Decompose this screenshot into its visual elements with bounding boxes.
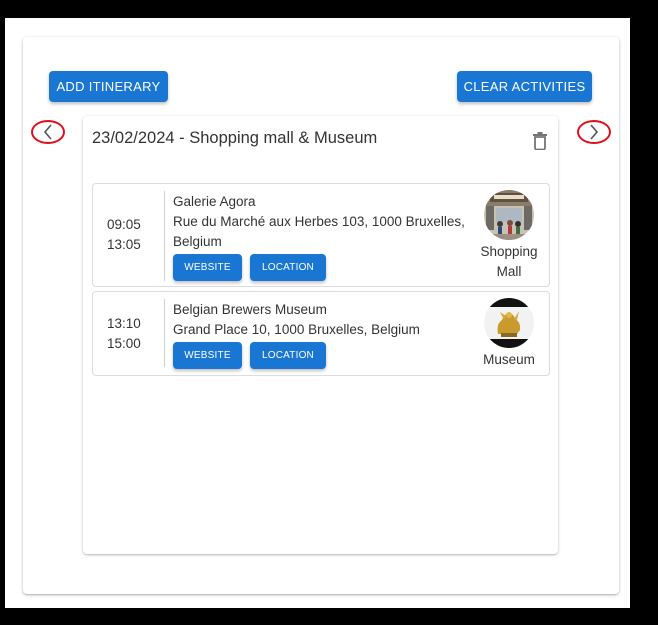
shopping-mall-thumbnail [484,190,534,240]
start-time: 09:05 [107,217,141,232]
chevron-right-icon [590,124,599,140]
trash-icon[interactable] [532,132,548,150]
activity-name: Galerie Agora [173,194,256,209]
activity-item: 13:10 15:00 Belgian Brewers Museum Grand… [92,291,550,376]
activity-info: Galerie Agora Rue du Marché aux Herbes 1… [173,192,473,281]
activity-info: Belgian Brewers Museum Grand Place 10, 1… [173,300,473,369]
activity-address: Grand Place 10, 1000 Bruxelles, Belgium [173,322,420,337]
end-time: 13:05 [107,237,141,252]
category-label: Shopping Mall [480,244,538,279]
add-itinerary-button[interactable]: ADD ITINERARY [49,71,168,102]
website-button[interactable]: WEBSITE [173,342,242,369]
activity-times: 13:10 15:00 [107,314,143,354]
activity-category: Shopping Mall [473,190,545,282]
activity-name: Belgian Brewers Museum [173,302,327,317]
activity-category: Museum [473,298,545,370]
chevron-left-icon [43,124,52,140]
divider [164,299,165,367]
activity-address: Rue du Marché aux Herbes 103, 1000 Bruxe… [173,214,465,249]
divider [164,191,165,281]
end-time: 15:00 [107,336,141,351]
activity-item: 09:05 13:05 Galerie Agora Rue du Marché … [92,183,550,287]
activity-times: 09:05 13:05 [107,215,143,255]
location-button[interactable]: LOCATION [250,254,326,281]
category-label: Museum [483,352,535,367]
next-day-button[interactable] [577,120,611,144]
location-button[interactable]: LOCATION [250,342,326,369]
clear-activities-button[interactable]: CLEAR ACTIVITIES [457,71,592,102]
day-title: 23/02/2024 - Shopping mall & Museum [92,129,378,147]
previous-day-button[interactable] [31,120,65,144]
website-button[interactable]: WEBSITE [173,254,242,281]
day-card: 23/02/2024 - Shopping mall & Museum 09:0… [83,116,558,554]
start-time: 13:10 [107,316,141,331]
museum-thumbnail [484,298,534,348]
